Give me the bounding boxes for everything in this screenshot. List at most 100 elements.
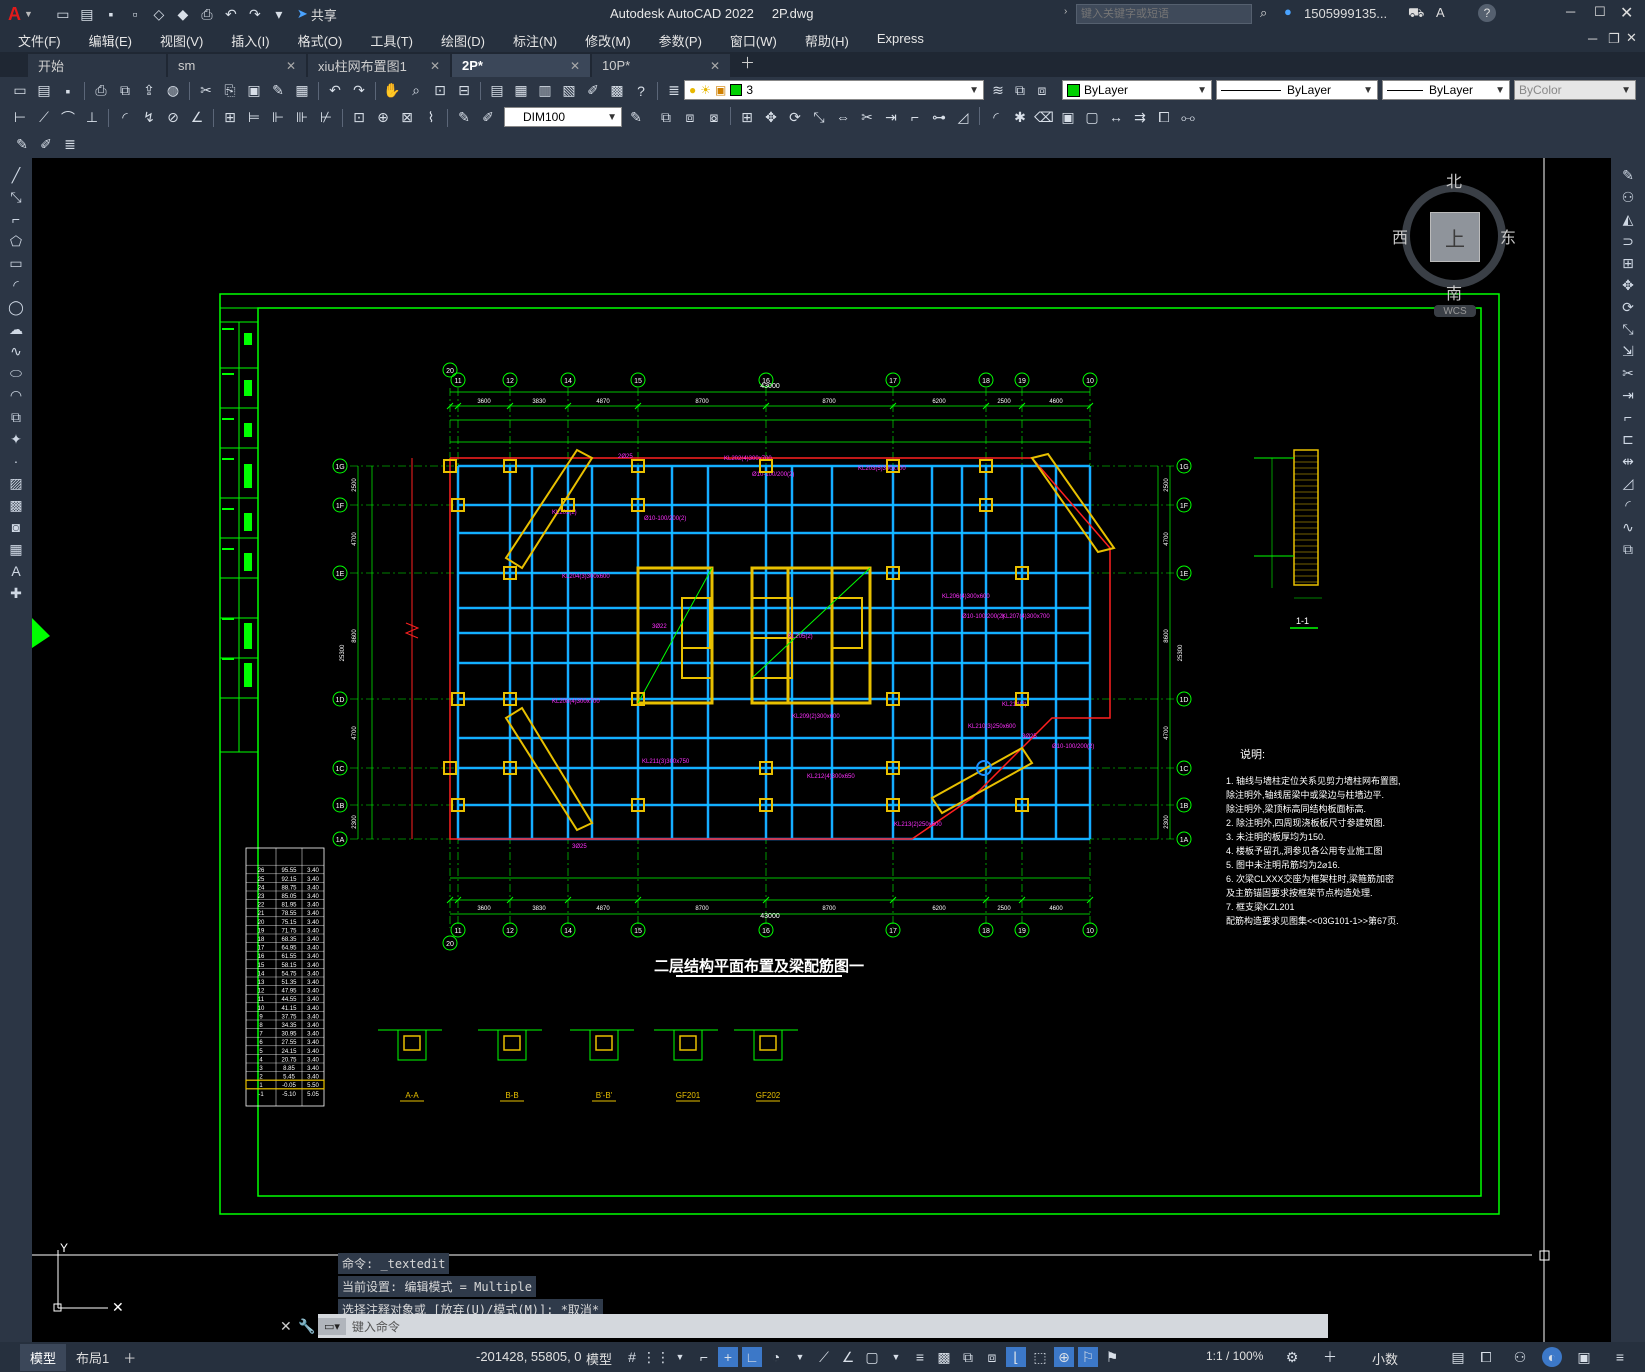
ungroup-icon[interactable]: ⧟	[1178, 107, 1198, 127]
aligned-dim-icon[interactable]: ⟋	[34, 108, 54, 128]
3d-osnap-icon[interactable]: ⧈	[982, 1347, 1002, 1367]
revision-cloud-icon[interactable]: ☁	[5, 319, 27, 339]
file-tab[interactable]: 2P* ✕	[452, 54, 590, 77]
viewcube-east[interactable]: 东	[1500, 224, 1516, 248]
explode-icon[interactable]: ⧉	[1617, 539, 1639, 559]
clean-screen-icon[interactable]: ▣	[1574, 1347, 1594, 1367]
spline-icon[interactable]: ∿	[5, 341, 27, 361]
maximize-window-icon[interactable]: ☐	[1594, 4, 1606, 20]
make-block-icon[interactable]: ✦	[5, 429, 27, 449]
add-layout-plus-icon[interactable]: ＋	[123, 1348, 136, 1367]
region-icon[interactable]: ◙	[5, 517, 27, 537]
annotation-scale[interactable]: 1:1 / 100%	[1206, 1349, 1263, 1363]
redo-icon[interactable]: ↷	[245, 4, 265, 24]
menu-item[interactable]: Express	[863, 31, 938, 50]
viewcube-west[interactable]: 西	[1392, 224, 1408, 248]
erase-icon[interactable]: ✎	[1617, 165, 1639, 185]
dim-edit-icon[interactable]: ✎	[454, 108, 474, 128]
arc-icon[interactable]: ◜	[5, 275, 27, 295]
construction-line-icon[interactable]: ⤡	[5, 187, 27, 207]
publish-icon[interactable]: ⇪	[139, 81, 159, 101]
gizmo-icon[interactable]: ⊕	[1054, 1347, 1074, 1367]
inspection-icon[interactable]: ⊠	[397, 108, 417, 128]
annotation-monitor-plus-icon[interactable]: ＋	[1320, 1347, 1340, 1367]
open-folder-icon[interactable]: ▤	[77, 4, 97, 24]
customization-menu-icon[interactable]: ≡	[1610, 1347, 1630, 1367]
jogged-dim-icon[interactable]: ↯	[139, 108, 159, 128]
multiline-text-icon[interactable]: A	[5, 561, 27, 581]
chamfer-icon[interactable]: ◿	[1617, 473, 1639, 493]
new-file-icon[interactable]: ▭	[53, 4, 73, 24]
table-icon[interactable]: ▦	[5, 539, 27, 559]
open-web-icon[interactable]: ◇	[149, 4, 169, 24]
erase-icon[interactable]: ⌫	[1034, 107, 1054, 127]
menu-item[interactable]: 插入(I)	[217, 31, 283, 50]
user-icon[interactable]: ●	[1284, 4, 1292, 19]
offset-icon[interactable]: ⧇	[704, 107, 724, 127]
hatch-icon[interactable]: ▨	[5, 473, 27, 493]
paste-icon[interactable]: ▣	[244, 81, 264, 101]
save-as-icon[interactable]: ▫	[125, 4, 145, 24]
new-icon[interactable]: ▭	[10, 81, 30, 101]
infer-constraints-icon[interactable]: ⌐	[694, 1347, 714, 1367]
layout-tab[interactable]: 布局1	[66, 1344, 119, 1371]
close-tab-icon[interactable]: ✕	[286, 59, 296, 73]
open-icon[interactable]: ▤	[34, 81, 54, 101]
object-snap-tracking-icon[interactable]: ∠	[838, 1347, 858, 1367]
pan-icon[interactable]: ✋	[382, 81, 402, 101]
region-icon[interactable]: ▣	[1058, 107, 1078, 127]
units-dropdown[interactable]: 小数	[1372, 1349, 1398, 1368]
close-tab-icon[interactable]: ✕	[710, 59, 720, 73]
menu-item[interactable]: 绘图(D)	[427, 31, 499, 50]
join-icon[interactable]: ⇹	[1617, 451, 1639, 471]
properties-icon[interactable]: ▤	[487, 81, 507, 101]
text-edit-icon[interactable]: ✎	[12, 135, 32, 155]
layer-walk-icon[interactable]: ≣	[60, 135, 80, 155]
dim-space-icon[interactable]: ⊪	[292, 108, 312, 128]
match-properties-icon[interactable]: ✎	[268, 81, 288, 101]
ortho-icon[interactable]: ∟	[742, 1347, 762, 1367]
offset-icon[interactable]: ⊃	[1617, 231, 1639, 251]
redo-icon[interactable]: ↷	[349, 81, 369, 101]
dim-text-edit-icon[interactable]: ✐	[478, 108, 498, 128]
stretch-icon[interactable]: ⇲	[1617, 341, 1639, 361]
lineweight-display-icon[interactable]: ≡	[910, 1347, 930, 1367]
logo-dropdown-icon[interactable]: ▼	[24, 9, 33, 19]
isolate-objects-icon[interactable]: ⚇	[1510, 1347, 1530, 1367]
viewcube-top-face[interactable]: 上	[1430, 212, 1480, 262]
block-editor-icon[interactable]: ▦	[292, 81, 312, 101]
copy-icon[interactable]: ⎘	[220, 81, 240, 101]
grid-icon[interactable]: #	[622, 1347, 642, 1367]
annotation-visibility-icon[interactable]: ⚐	[1078, 1347, 1098, 1367]
trim-icon[interactable]: ✂	[1617, 363, 1639, 383]
polar-tracking-icon[interactable]: ◔	[766, 1347, 786, 1367]
snap-dropdown-icon[interactable]: ▼	[670, 1347, 690, 1367]
center-mark-icon[interactable]: ⊕	[373, 108, 393, 128]
selection-cycling-icon[interactable]: ⧉	[958, 1347, 978, 1367]
share-button[interactable]: 共享	[311, 5, 337, 24]
close-window-icon[interactable]: ✕	[1620, 3, 1633, 23]
layer-properties-icon[interactable]: ≣	[664, 81, 684, 101]
break-icon[interactable]: ⊏	[1617, 429, 1639, 449]
save-icon[interactable]: ▪	[101, 4, 121, 24]
ellipse-arc-icon[interactable]: ◠	[5, 385, 27, 405]
mirror-icon[interactable]: ⧈	[680, 107, 700, 127]
wcs-dropdown[interactable]: WCS	[1434, 305, 1476, 317]
array-icon[interactable]: ⊞	[737, 107, 757, 127]
angular-dim-icon[interactable]: ∠	[187, 108, 207, 128]
customize-dropdown-icon[interactable]: ▾	[269, 4, 289, 24]
polyline-icon[interactable]: ⌐	[5, 209, 27, 229]
menu-item[interactable]: 标注(N)	[499, 31, 571, 50]
menu-item[interactable]: 窗口(W)	[716, 31, 791, 50]
break-icon[interactable]: ⌐	[905, 107, 925, 127]
copy-object-icon[interactable]: ⧉	[656, 107, 676, 127]
point-icon[interactable]: ·	[5, 451, 27, 471]
undo-icon[interactable]: ↶	[221, 4, 241, 24]
user-name[interactable]: 1505999135...	[1304, 6, 1387, 21]
add-selected-icon[interactable]: ✚	[5, 583, 27, 603]
search-icon[interactable]: ⌕	[1260, 5, 1267, 21]
menu-item[interactable]: 工具(T)	[356, 31, 427, 50]
menu-item[interactable]: 帮助(H)	[791, 31, 863, 50]
doc-close-icon[interactable]: ✕	[1626, 30, 1637, 46]
save-web-icon[interactable]: ◆	[173, 4, 193, 24]
